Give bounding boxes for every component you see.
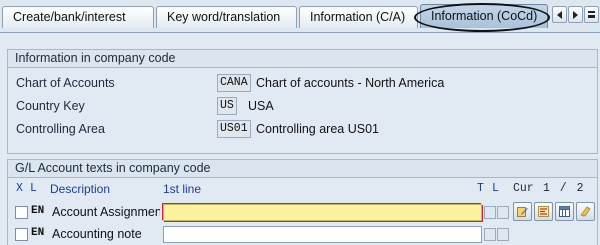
menu-icon [588, 11, 595, 18]
col-header-t: T [477, 182, 484, 195]
tab-list-button[interactable] [584, 6, 599, 23]
first-line-input[interactable] [163, 226, 482, 243]
group-title: Information in company code [8, 50, 597, 68]
col-header-cur: Cur [513, 182, 534, 195]
page-indicator: 1 / 2 [543, 182, 584, 195]
chart-of-accounts-description: Chart of accounts - North America [256, 76, 445, 90]
table-view-button[interactable] [555, 202, 574, 221]
row-select-checkbox[interactable] [15, 206, 28, 219]
table-row: EN Accounting note [8, 225, 597, 244]
first-line-input[interactable] [163, 204, 482, 221]
controlling-area-description: Controlling area US01 [256, 122, 379, 136]
l-flag-box[interactable] [497, 228, 509, 241]
format-text-icon [538, 206, 549, 217]
gl-account-texts-group: G/L Account texts in company code X L De… [7, 159, 598, 245]
tab-content-panel: Information in company code Chart of Acc… [0, 32, 600, 245]
col-header-first-line: 1st line [163, 182, 202, 196]
row-select-checkbox[interactable] [15, 228, 28, 241]
col-header-x: X [16, 182, 23, 195]
chart-of-accounts-code[interactable]: CANA [217, 74, 251, 92]
edit-text-icon [517, 207, 528, 217]
controlling-area-code[interactable]: US01 [217, 120, 251, 138]
field-label: Controlling Area [16, 122, 105, 136]
tab-create-bank-interest[interactable]: Create/bank/interest [2, 6, 154, 28]
field-label: Chart of Accounts [16, 76, 115, 90]
table-view-icon [559, 206, 570, 217]
info-company-code-group: Information in company code Chart of Acc… [7, 49, 598, 154]
t-flag-box[interactable] [484, 228, 496, 241]
country-key-description: USA [248, 99, 274, 113]
tab-information-cocd[interactable]: Information (CoCd) [420, 4, 548, 28]
col-header-l2: L [492, 182, 499, 195]
group-title: G/L Account texts in company code [8, 160, 597, 178]
tab-strip: Create/bank/interest Key word/translatio… [0, 0, 600, 32]
l-flag-box[interactable] [497, 206, 509, 219]
chevron-left-icon [557, 10, 562, 19]
tab-scroll-right-button[interactable] [568, 6, 583, 23]
table-row: EN Account Assignment [8, 202, 597, 222]
col-header-description: Description [50, 182, 111, 196]
edit-text-button[interactable] [513, 202, 532, 221]
tab-scroll-left-button[interactable] [552, 6, 567, 23]
delete-text-button[interactable] [576, 202, 595, 221]
t-flag-box[interactable] [484, 206, 496, 219]
delete-text-icon [580, 206, 591, 217]
field-label: Country Key [16, 99, 85, 113]
language-key: EN [31, 227, 45, 239]
tab-information-ca[interactable]: Information (C/A) [299, 6, 418, 28]
tab-key-word-translation[interactable]: Key word/translation [156, 6, 297, 28]
format-text-button[interactable] [534, 202, 553, 221]
language-key: EN [31, 205, 45, 217]
text-description: Account Assignment [52, 205, 160, 219]
country-key-code[interactable]: US [217, 97, 237, 115]
text-description: Accounting note [52, 227, 142, 241]
col-header-l: L [30, 182, 37, 195]
chevron-right-icon [573, 10, 578, 19]
